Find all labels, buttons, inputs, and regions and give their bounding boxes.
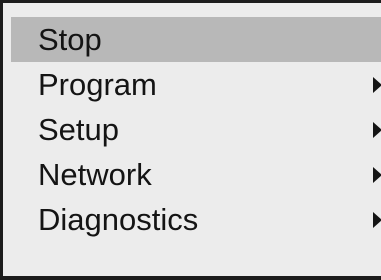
lcd-screen: Stop Program Setup Network Diagnostics bbox=[0, 0, 381, 280]
menu-item-diagnostics[interactable]: Diagnostics bbox=[11, 197, 381, 242]
menu-item-program[interactable]: Program bbox=[11, 62, 381, 107]
menu-item-network[interactable]: Network bbox=[11, 152, 381, 197]
menu-item-label: Diagnostics bbox=[38, 202, 199, 237]
menu-item-label: Setup bbox=[38, 112, 120, 147]
menu-item-label: Program bbox=[38, 67, 157, 102]
menu-item-label: Stop bbox=[38, 22, 102, 57]
menu-item-label: Network bbox=[38, 157, 152, 192]
menu-item-setup[interactable]: Setup bbox=[11, 107, 381, 152]
menu-item-stop[interactable]: Stop bbox=[11, 17, 381, 62]
main-menu: Stop Program Setup Network Diagnostics bbox=[11, 17, 381, 242]
triangle-right-icon bbox=[373, 211, 381, 228]
triangle-right-icon bbox=[373, 121, 381, 138]
triangle-right-icon bbox=[373, 166, 381, 183]
triangle-right-icon bbox=[373, 76, 381, 93]
